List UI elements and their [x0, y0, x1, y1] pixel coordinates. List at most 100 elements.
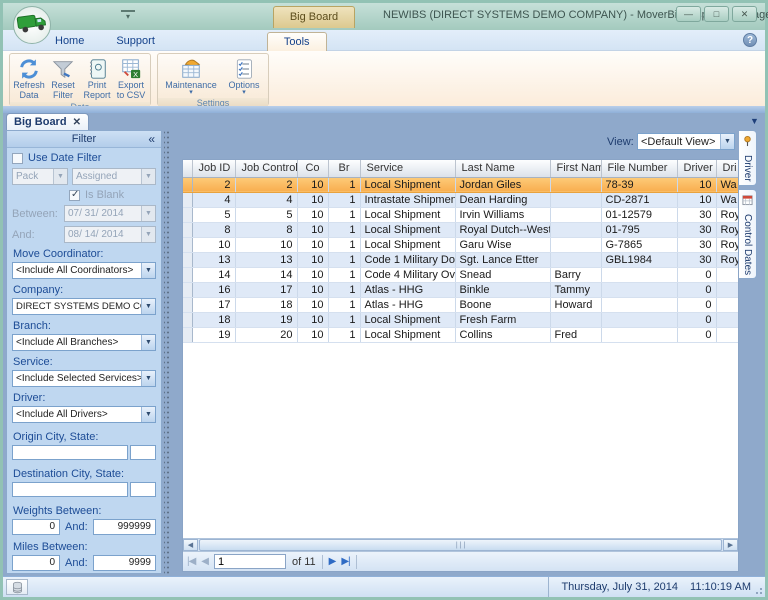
table-cell[interactable]: 2: [235, 177, 297, 192]
table-cell[interactable]: 8: [235, 222, 297, 237]
chevron-down-icon[interactable]: ▼: [53, 169, 67, 184]
table-cell[interactable]: Local Shipment: [360, 222, 455, 237]
column-header-job-id[interactable]: Job ID▲: [192, 160, 235, 177]
chevron-down-icon[interactable]: ▼: [141, 227, 155, 242]
table-cell[interactable]: 19: [235, 312, 297, 327]
document-tab-big-board[interactable]: Big Board✕: [6, 113, 89, 130]
table-cell[interactable]: 0: [677, 297, 716, 312]
driver-dropdown[interactable]: <Include All Drivers> ▼: [12, 406, 156, 423]
table-cell[interactable]: Roy: [716, 222, 739, 237]
row-indicator[interactable]: [183, 192, 192, 207]
table-cell[interactable]: 30: [677, 237, 716, 252]
table-cell[interactable]: GBL1984: [601, 252, 677, 267]
table-cell[interactable]: 1: [328, 177, 360, 192]
table-cell[interactable]: 10: [297, 267, 328, 282]
table-cell[interactable]: 01-12579: [601, 207, 677, 222]
table-cell[interactable]: Local Shipment: [360, 177, 455, 192]
quick-access-dropdown-icon[interactable]: ▾: [121, 10, 135, 21]
table-row[interactable]: 1414101Code 4 Military OverseasSneadBarr…: [183, 267, 739, 282]
maximize-button[interactable]: □: [704, 6, 729, 22]
table-cell[interactable]: 18: [192, 312, 235, 327]
table-cell[interactable]: Jordan Giles: [455, 177, 550, 192]
table-row[interactable]: 44101Intrastate ShipmentDean HardingCD-2…: [183, 192, 739, 207]
table-cell[interactable]: 10: [235, 237, 297, 252]
table-cell[interactable]: 5: [192, 207, 235, 222]
table-cell[interactable]: 13: [235, 252, 297, 267]
table-cell[interactable]: 1: [328, 327, 360, 342]
reset-filter-button[interactable]: Reset Filter: [46, 55, 80, 101]
column-header-job-control[interactable]: Job Control: [235, 160, 297, 177]
table-cell[interactable]: 14: [235, 267, 297, 282]
column-header-co[interactable]: Co: [297, 160, 328, 177]
tab-tools[interactable]: Tools: [267, 32, 327, 51]
table-cell[interactable]: 10: [677, 192, 716, 207]
table-cell[interactable]: Wa: [716, 192, 739, 207]
table-cell[interactable]: Code 1 Military Domestic: [360, 252, 455, 267]
table-cell[interactable]: 17: [192, 297, 235, 312]
table-cell[interactable]: Fred: [550, 327, 601, 342]
table-cell[interactable]: 20: [235, 327, 297, 342]
row-indicator[interactable]: [183, 222, 192, 237]
table-cell[interactable]: 1: [328, 297, 360, 312]
table-cell[interactable]: [601, 282, 677, 297]
destination-state-input[interactable]: [131, 483, 155, 496]
column-header-last-name[interactable]: Last Name: [455, 160, 550, 177]
next-page-button[interactable]: ▶: [329, 556, 336, 567]
refresh-data-button[interactable]: Refresh Data: [12, 55, 46, 101]
table-cell[interactable]: 2: [192, 177, 235, 192]
table-cell[interactable]: [601, 267, 677, 282]
table-cell[interactable]: Dean Harding: [455, 192, 550, 207]
last-page-button[interactable]: ▶|: [341, 556, 349, 567]
table-cell[interactable]: 18: [235, 297, 297, 312]
table-cell[interactable]: Atlas - HHG: [360, 282, 455, 297]
tab-list-dropdown-icon[interactable]: ▼: [750, 116, 759, 126]
column-header-first-name[interactable]: First Name: [550, 160, 601, 177]
between-date-field[interactable]: 07/ 31/ 2014 ▼: [64, 205, 156, 222]
table-cell[interactable]: 10: [297, 297, 328, 312]
table-cell[interactable]: 1: [328, 222, 360, 237]
assigned-dropdown[interactable]: Assigned ▼: [72, 168, 156, 185]
row-indicator[interactable]: [183, 282, 192, 297]
table-cell[interactable]: 0: [677, 282, 716, 297]
close-tab-icon[interactable]: ✕: [73, 117, 81, 128]
table-cell[interactable]: [716, 312, 739, 327]
table-cell[interactable]: Howard: [550, 297, 601, 312]
table-cell[interactable]: [716, 267, 739, 282]
page-number-input[interactable]: [214, 554, 286, 569]
pack-dropdown[interactable]: Pack ▼: [12, 168, 68, 185]
table-cell[interactable]: Atlas - HHG: [360, 297, 455, 312]
print-report-button[interactable]: Print Report: [80, 55, 114, 101]
table-cell[interactable]: [601, 297, 677, 312]
table-cell[interactable]: [716, 282, 739, 297]
origin-state-input[interactable]: [131, 446, 155, 459]
row-indicator[interactable]: [183, 327, 192, 342]
close-button[interactable]: ✕: [732, 6, 757, 22]
resize-grip[interactable]: [753, 585, 763, 595]
table-cell[interactable]: Snead: [455, 267, 550, 282]
table-cell[interactable]: [716, 327, 739, 342]
table-cell[interactable]: [550, 207, 601, 222]
table-cell[interactable]: 10: [192, 237, 235, 252]
side-tab-control-dates[interactable]: Control Dates: [739, 189, 757, 279]
table-cell[interactable]: 10: [297, 222, 328, 237]
row-indicator[interactable]: [183, 177, 192, 192]
table-cell[interactable]: 0: [677, 327, 716, 342]
scroll-right-icon[interactable]: ▶: [723, 539, 738, 551]
weights-to-input[interactable]: 999999: [93, 519, 156, 535]
table-cell[interactable]: [550, 252, 601, 267]
table-row[interactable]: 1617101Atlas - HHGBinkleTammy0: [183, 282, 739, 297]
table-cell[interactable]: 78-39: [601, 177, 677, 192]
table-cell[interactable]: 0: [677, 267, 716, 282]
chevron-down-icon[interactable]: ▼: [141, 206, 155, 221]
app-menu-button[interactable]: [13, 6, 51, 44]
column-header-br[interactable]: Br: [328, 160, 360, 177]
row-indicator[interactable]: [183, 237, 192, 252]
chevron-down-icon[interactable]: ▼: [141, 169, 155, 184]
table-cell[interactable]: [550, 312, 601, 327]
chevron-down-icon[interactable]: ▼: [141, 263, 155, 278]
table-cell[interactable]: 5: [235, 207, 297, 222]
chevron-down-icon[interactable]: ▼: [141, 299, 155, 314]
table-cell[interactable]: 10: [297, 252, 328, 267]
maintenance-button[interactable]: Maintenance ▾: [160, 55, 222, 97]
table-cell[interactable]: Garu Wise: [455, 237, 550, 252]
